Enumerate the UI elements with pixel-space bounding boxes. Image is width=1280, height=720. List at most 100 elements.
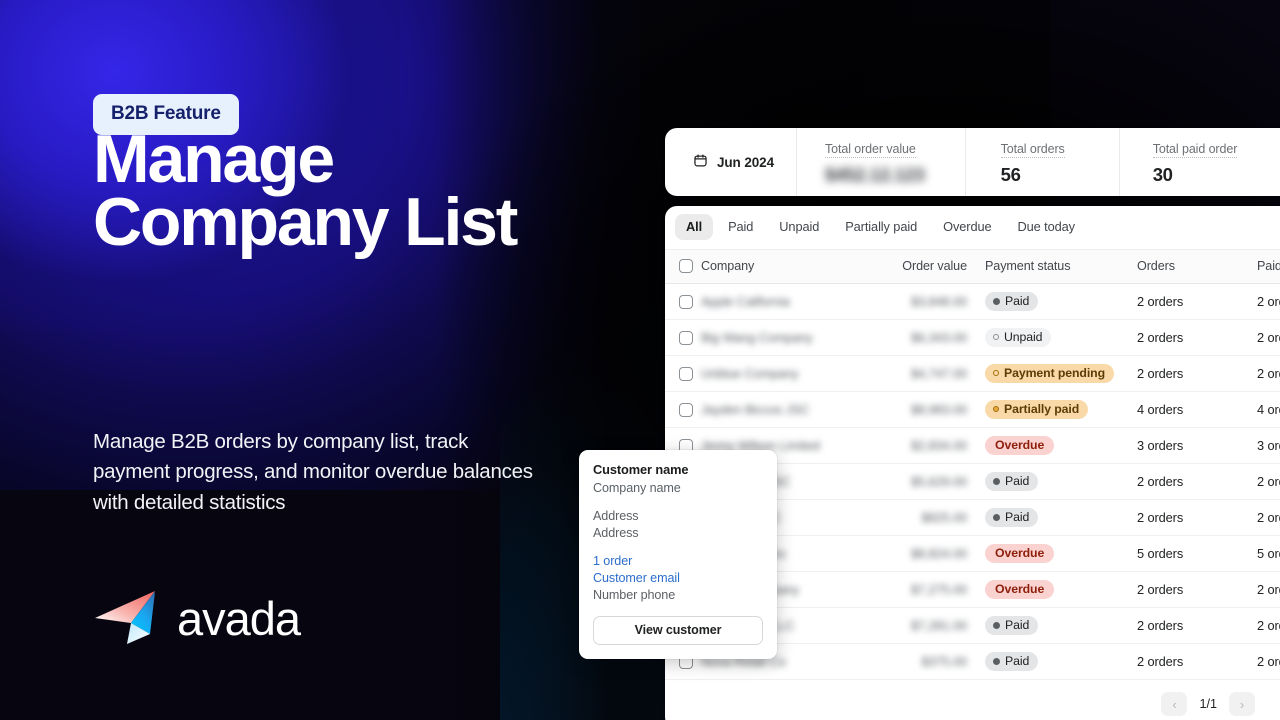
cell-orders: 2 orders (1137, 319, 1257, 356)
status-dot-icon (993, 477, 1000, 485)
status-dot-icon (993, 513, 1000, 521)
status-label: Unpaid (1004, 330, 1043, 344)
status-badge: Paid (985, 472, 1039, 491)
status-badge: Paid (985, 292, 1039, 311)
status-badge: Paid (985, 508, 1039, 527)
filter-tab-paid[interactable]: Paid (717, 214, 764, 240)
cell-payment-status: Payment pending (981, 355, 1137, 392)
row-checkbox[interactable] (679, 330, 693, 345)
cell-paid-orders: 2 orders (1257, 463, 1280, 500)
stat-total-orders: Total orders 56 (966, 128, 1120, 196)
cell-order-value: $7,281.00 (881, 607, 981, 644)
cell-order-value: $3,848.00 (881, 283, 981, 320)
status-badge: Paid (985, 652, 1039, 671)
cell-company[interactable]: Jayden Biccos JSC (701, 391, 881, 428)
status-dot-icon (993, 657, 1000, 665)
status-label: Payment pending (1004, 366, 1105, 380)
table-row[interactable]: Apple California $3,848.00 Paid 2 orders 2 o… (665, 283, 1280, 320)
date-selector[interactable]: Jun 2024 (665, 128, 797, 196)
row-checkbox-cell[interactable] (665, 283, 701, 320)
popup-customer-name: Customer name (593, 462, 689, 477)
status-label: Overdue (995, 438, 1045, 452)
cell-paid-orders: 2 orders (1257, 607, 1280, 644)
status-label: Partially paid (1004, 402, 1080, 416)
stats-card: Jun 2024 Total order value $452.12.123 T… (665, 128, 1280, 196)
row-checkbox-cell[interactable] (665, 319, 701, 356)
table-row[interactable]: Unblue Company $4,747.00 Payment pending 2 … (665, 355, 1280, 392)
cell-company[interactable]: Apple California (701, 283, 881, 320)
chevron-left-icon[interactable]: ‹ (1161, 692, 1188, 716)
stat-caption: Total orders (1000, 142, 1065, 158)
select-all-header[interactable] (665, 250, 701, 284)
cell-orders: 3 orders (1137, 427, 1257, 464)
cell-payment-status: Paid (981, 607, 1137, 644)
avada-paper-plane-icon (93, 588, 165, 648)
status-badge: Partially paid (985, 400, 1089, 419)
avada-logo: avada (93, 588, 301, 648)
status-dot-icon (993, 370, 999, 376)
cell-order-value: $8,824.00 (881, 535, 981, 572)
cell-paid-orders: 2 orders (1257, 643, 1280, 680)
row-checkbox[interactable] (679, 366, 693, 381)
row-checkbox-cell[interactable] (665, 391, 701, 428)
status-label: Overdue (995, 546, 1045, 560)
status-label: Paid (1005, 618, 1030, 632)
stat-caption: Total paid order (1152, 142, 1238, 158)
row-checkbox-cell[interactable] (665, 355, 701, 392)
status-label: Paid (1005, 654, 1030, 668)
filter-tab-due-today[interactable]: Due today (1007, 214, 1086, 240)
page-title: Manage Company List (93, 121, 518, 261)
chevron-right-icon[interactable]: › (1229, 692, 1255, 716)
table-row[interactable]: Big Wang Company $6,343.00 Unpaid 2 orders 2… (665, 319, 1280, 356)
column-payment-status[interactable]: Payment status (981, 250, 1137, 284)
popup-company-name: Company name (593, 481, 681, 495)
popup-orders-link[interactable]: 1 order (593, 554, 763, 568)
view-customer-button[interactable]: View customer (593, 616, 763, 645)
row-checkbox[interactable] (679, 294, 693, 309)
cell-orders: 2 orders (1137, 463, 1257, 500)
cell-payment-status: Partially paid (981, 391, 1137, 428)
column-orders[interactable]: Orders (1137, 250, 1257, 284)
cell-payment-status: Paid (981, 643, 1137, 680)
cell-paid-orders: 2 orders (1257, 499, 1280, 536)
calendar-icon (693, 153, 708, 171)
status-label: Overdue (995, 582, 1045, 596)
popup-email-link[interactable]: Customer email (593, 571, 763, 585)
row-checkbox[interactable] (679, 402, 693, 417)
cell-payment-status: Paid (981, 499, 1137, 536)
cell-company[interactable]: Unblue Company (701, 355, 881, 392)
hero-subtitle: Manage B2B orders by company list, track… (93, 430, 533, 514)
customer-popup-card: Customer name Company name Address Addre… (579, 450, 777, 659)
status-badge: Overdue (985, 544, 1055, 563)
cell-order-value: $4,747.00 (881, 355, 981, 392)
column-paid-orders[interactable]: Paid orders (1257, 250, 1280, 284)
status-badge: Overdue (985, 580, 1055, 599)
filter-tab-all[interactable]: All (675, 214, 714, 240)
select-all-checkbox[interactable] (679, 259, 693, 273)
cell-paid-orders: 5 orders (1257, 535, 1280, 572)
filter-tab-overdue[interactable]: Overdue (932, 214, 1002, 240)
table-row[interactable]: Jayden Biccos JSC $8,983.00 Partially paid… (665, 391, 1280, 428)
stat-value: $452.12.123 (824, 164, 925, 185)
filter-tabs: All Paid Unpaid Partially paid Overdue Due to… (665, 206, 1280, 250)
hero-section: B2B Feature Manage Company List Manage B… (93, 0, 613, 720)
cell-order-value: $7,275.00 (881, 571, 981, 608)
date-label: Jun 2024 (717, 154, 774, 170)
table-header-row: Company Order value Payment status Order… (665, 250, 1280, 284)
filter-tab-partially-paid[interactable]: Partially paid (834, 214, 928, 240)
cell-paid-orders: 2 orders (1257, 355, 1280, 392)
popup-address-line-1: Address (593, 509, 639, 523)
column-company[interactable]: Company (701, 250, 881, 284)
stat-caption: Total order value (824, 142, 916, 158)
cell-paid-orders: 3 orders (1257, 427, 1280, 464)
popup-phone: Number phone (593, 588, 676, 602)
cell-company[interactable]: Big Wang Company (701, 319, 881, 356)
filter-tab-unpaid[interactable]: Unpaid (768, 214, 830, 240)
cell-order-value: $2,834.00 (881, 427, 981, 464)
cell-order-value: $8,983.00 (881, 391, 981, 428)
cell-payment-status: Unpaid (981, 319, 1137, 356)
stat-value: 56 (1000, 164, 1021, 185)
column-order-value[interactable]: Order value (881, 250, 981, 284)
cell-orders: 2 orders (1137, 499, 1257, 536)
status-badge: Unpaid (985, 328, 1052, 347)
